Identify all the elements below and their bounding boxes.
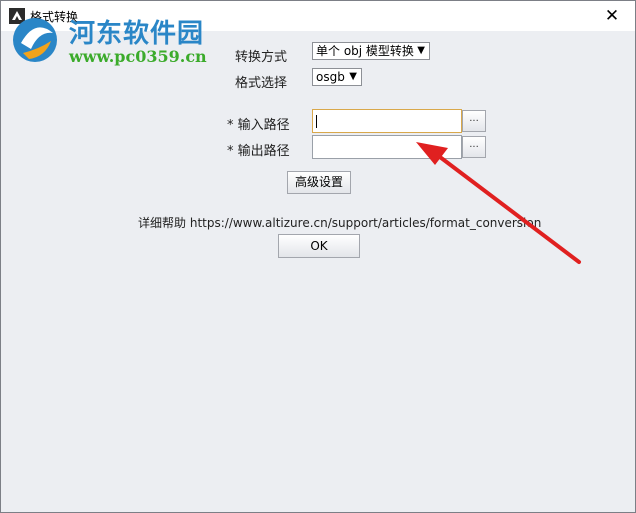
format-select-value: osgb	[316, 70, 345, 84]
text-caret	[316, 115, 317, 128]
convert-mode-value: 单个 obj 模型转换	[316, 44, 414, 58]
help-label: 详细帮助	[138, 216, 187, 230]
format-select-label: 格式选择	[235, 76, 288, 91]
output-browse-button[interactable]: ...	[462, 136, 486, 158]
watermark-url: www.pc0359.cn	[69, 47, 207, 66]
close-button[interactable]: ✕	[589, 1, 635, 31]
chevron-down-icon: ▼	[349, 71, 357, 82]
advanced-settings-button[interactable]: 高级设置	[287, 171, 351, 194]
input-path-label: * 输入路径	[227, 118, 290, 133]
convert-mode-label: 转换方式	[235, 50, 288, 65]
help-link[interactable]: https://www.altizure.cn/support/articles…	[190, 216, 542, 230]
input-path-field[interactable]	[312, 109, 462, 133]
convert-mode-select[interactable]: 单个 obj 模型转换 ▼	[312, 42, 430, 60]
conversion-window: 格式转换 ✕ 河东软件园 www.pc0359.cn 转换方式 单个 obj 模…	[0, 0, 636, 513]
chevron-down-icon: ▼	[417, 45, 425, 56]
output-path-field[interactable]	[312, 135, 462, 159]
format-select[interactable]: osgb ▼	[312, 68, 362, 86]
output-path-label: * 输出路径	[227, 144, 290, 159]
ok-button[interactable]: OK	[278, 234, 360, 258]
watermark: 河东软件园 www.pc0359.cn	[9, 13, 209, 69]
watermark-logo	[13, 18, 57, 62]
input-browse-button[interactable]: ...	[462, 110, 486, 132]
help-line: 详细帮助 https://www.altizure.cn/support/art…	[138, 214, 541, 231]
watermark-site-name: 河东软件园	[69, 19, 205, 49]
close-icon: ✕	[604, 6, 620, 26]
